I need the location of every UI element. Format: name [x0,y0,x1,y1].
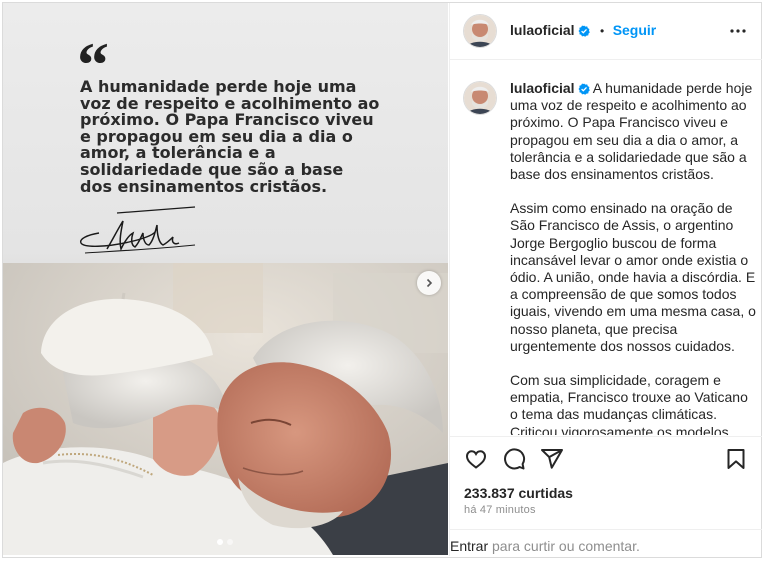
carousel-indicator [217,539,233,545]
comment-icon[interactable] [502,447,526,471]
follow-button[interactable]: Seguir [613,22,657,38]
send-icon[interactable] [540,447,564,471]
login-link[interactable]: Entrar [450,538,488,554]
post-header: lulaoficial • Seguir [450,3,762,60]
action-bar [450,436,762,485]
next-slide-button[interactable] [417,271,441,295]
post-image[interactable]: “ A humanidade perde hoje uma voz de res… [3,3,448,555]
caption-username[interactable]: lulaoficial [510,80,575,96]
caption-paragraph-1: lulaoficial A humanidade perde hoje uma … [510,80,756,183]
post-timestamp[interactable]: há 47 minutos [464,504,536,516]
signature-image [80,206,196,254]
username[interactable]: lulaoficial [510,22,575,38]
caption: lulaoficial A humanidade perde hoje uma … [510,80,756,435]
verified-badge-icon [578,83,590,95]
caption-avatar[interactable] [464,82,496,114]
more-options-icon[interactable] [728,21,748,41]
login-prompt: Entrar para curtir ou comentar. [450,538,640,554]
chevron-right-icon [426,278,433,288]
photo-embrace [3,263,448,555]
avatar-image [464,82,496,114]
avatar-image [464,15,496,47]
caption-paragraph-3: Com sua simplicidade, coragem e empatia,… [510,372,748,435]
caption-scroll-area[interactable]: lulaoficial A humanidade perde hoje uma … [450,60,762,435]
login-prompt-text: para curtir ou comentar. [488,538,640,554]
heart-icon[interactable] [464,447,488,471]
post-sidebar: lulaoficial • Seguir lulaoficial A human… [449,3,762,556]
carousel-dot-2 [227,539,233,545]
bookmark-icon[interactable] [724,447,748,471]
quote-text: A humanidade perde hoje uma voz de respe… [80,77,380,196]
likes-count[interactable]: 233.837 curtidas [464,485,573,501]
caption-paragraph-2: Assim como ensinado na oração de São Fra… [510,200,756,354]
header-user: lulaoficial • Seguir [510,22,656,40]
carousel-dot-1 [217,539,223,545]
separator-dot: • [600,24,605,38]
verified-badge-icon [578,25,590,37]
avatar[interactable] [464,15,496,47]
login-footer: Entrar para curtir ou comentar. [450,529,762,557]
